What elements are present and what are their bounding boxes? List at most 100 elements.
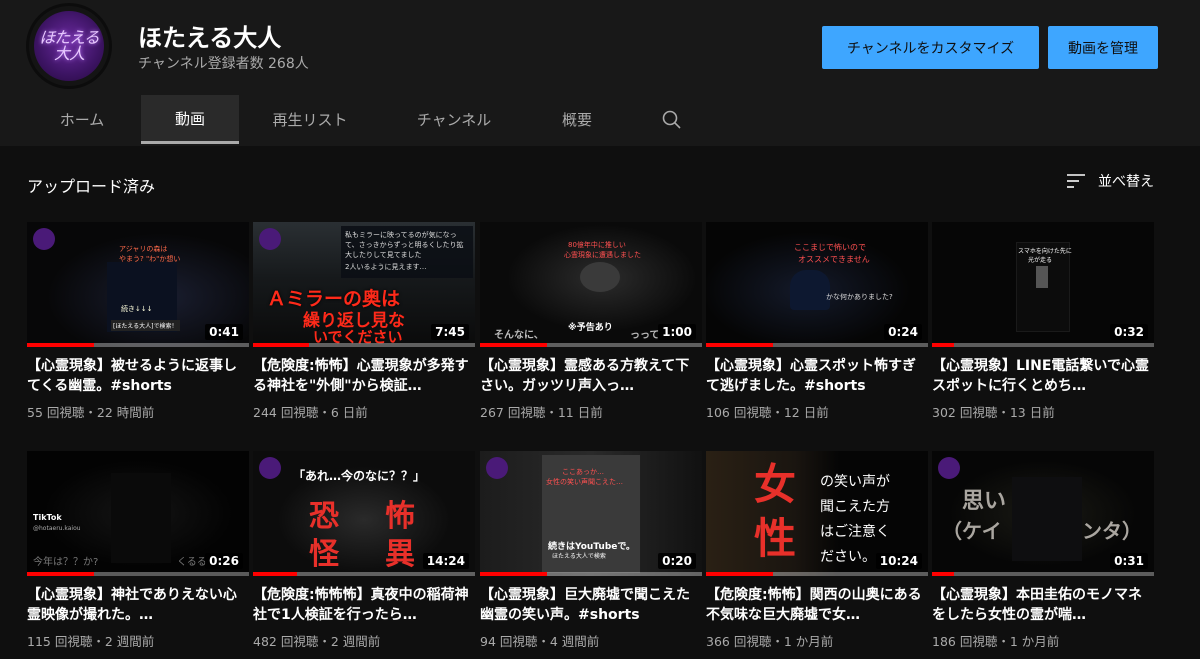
video-duration: 10:24 (875, 553, 922, 569)
channel-watermark-icon (486, 457, 508, 479)
video-card[interactable]: ここあっか… 女性の笑い声聞こえた… 続きはYouTubeで。 ほたえる大人で検… (480, 451, 702, 650)
thumb-text: の笑い声が (820, 474, 890, 490)
thumb-text: オススメできません (798, 255, 870, 264)
watch-progress (932, 572, 1154, 576)
video-duration: 0:26 (205, 553, 243, 569)
thumb-text: 続き↓↓↓ (121, 305, 153, 313)
thumb-text: 光が走る (1028, 257, 1053, 264)
thumb-text: 女 (754, 460, 797, 509)
video-duration: 0:32 (1110, 324, 1148, 340)
video-title[interactable]: 【危険度:怖怖】心霊現象が多発する神社を"外側"から検証… (253, 356, 475, 396)
video-title[interactable]: 【心霊現象】巨大廃墟で聞こえた幽霊の笑い声。#shorts (480, 585, 702, 625)
thumb-text: 女性の笑い声聞こえた… (546, 478, 623, 486)
customize-channel-button[interactable]: チャンネルをカスタマイズ (822, 26, 1039, 69)
video-meta: 366 回視聴・1 か月前 (706, 634, 834, 649)
video-thumbnail[interactable]: 私もミラーに映ってるのが気になって、さっきからずっと明るくしたり拡大したりして見… (253, 222, 475, 347)
thumb-text: 心霊現象に遭遇しました (564, 251, 641, 259)
thumb-text: 怪 (309, 537, 339, 572)
search-icon[interactable] (660, 108, 684, 132)
video-card[interactable]: 女 性 の笑い声が 聞こえた方 はご注意く ださい。 10:24 【危険度:怖怖… (706, 451, 928, 650)
thumb-text: ださい。 (820, 549, 876, 565)
video-title[interactable]: 【心霊現象】本田圭佑のモノマネをしたら女性の霊が喘… (932, 585, 1154, 625)
video-card[interactable]: TikTok @hotaeru.kaiou 今年は？？か? くるる 0:26 【… (27, 451, 249, 650)
thumb-text: 今年は？？か? (33, 557, 99, 568)
video-meta: 244 回視聴・6 日前 (253, 405, 368, 420)
channel-watermark-icon (33, 228, 55, 250)
sort-icon (1067, 174, 1085, 188)
video-meta: 55 回視聴・22 時間前 (27, 405, 155, 420)
video-thumbnail[interactable]: ここまじで怖いので オススメできません かな何かありました? 0:24 (706, 222, 928, 347)
thumb-text: 思い (962, 489, 1007, 514)
tab-home[interactable]: ホーム (40, 95, 124, 144)
thumb-text: そんなに、 (494, 330, 544, 341)
thumb-text: ※予告あり (568, 323, 613, 333)
watch-progress (706, 572, 928, 576)
thumb-text: 聞こえた方 (820, 499, 890, 515)
thumb-text: くるる (177, 557, 207, 568)
thumb-text: [ほたえる大人]で検索！ (111, 320, 180, 331)
watch-progress (253, 343, 475, 347)
video-thumbnail[interactable]: ここあっか… 女性の笑い声聞こえた… 続きはYouTubeで。 ほたえる大人で検… (480, 451, 702, 576)
video-card[interactable]: 80億年中に推しい 心霊現象に遭遇しました ※予告あり そんなに、 っって 1:… (480, 222, 702, 421)
channel-header: ほたえる大人 ほたえる大人 チャンネル登録者数 268人 チャンネルをカスタマイ… (0, 0, 1200, 146)
tab-channels[interactable]: チャンネル (398, 95, 510, 144)
video-meta: 267 回視聴・11 日前 (480, 405, 603, 420)
video-title[interactable]: 【危険度:怖怖】関西の山奥にある不気味な巨大廃墟で女… (706, 585, 928, 625)
video-card[interactable]: 私もミラーに映ってるのが気になって、さっきからずっと明るくしたり拡大したりして見… (253, 222, 475, 421)
video-thumbnail[interactable]: アジャリの森は やまう? "わ"か想い 続き↓↓↓ [ほたえる大人]で検索！ 0… (27, 222, 249, 347)
video-title[interactable]: 【危険度:怖怖怖】真夜中の稲荷神社で1人検証を行ったら… (253, 585, 475, 625)
video-card[interactable]: アジャリの森は やまう? "わ"か想い 続き↓↓↓ [ほたえる大人]で検索！ 0… (27, 222, 249, 421)
thumb-text: かな何かありました? (826, 293, 893, 301)
thumb-text: 異 (385, 537, 415, 572)
watch-progress (932, 343, 1154, 347)
subscriber-count: チャンネル登録者数 268人 (138, 56, 309, 72)
watch-progress (27, 572, 249, 576)
video-thumbnail[interactable]: 女 性 の笑い声が 聞こえた方 はご注意く ださい。 10:24 (706, 451, 928, 576)
watch-progress (253, 572, 475, 576)
avatar-text: ほたえる大人 (39, 28, 100, 63)
video-duration: 0:20 (658, 553, 696, 569)
video-title[interactable]: 【心霊現象】被せるように返事してくる幽霊。#shorts (27, 356, 249, 396)
video-meta: 482 回視聴・2 週間前 (253, 634, 381, 649)
tab-about[interactable]: 概要 (540, 95, 614, 144)
video-duration: 1:00 (658, 324, 696, 340)
thumb-text: スマホを向けた先に (1018, 248, 1072, 255)
video-title[interactable]: 【心霊現象】霊感ある方教えて下さい。ガッツリ声入っ… (480, 356, 702, 396)
video-duration: 0:24 (884, 324, 922, 340)
thumb-text: アジャリの森は (119, 245, 168, 253)
channel-avatar[interactable]: ほたえる大人 (26, 3, 112, 89)
channel-tabs: ホーム 動画 再生リスト チャンネル 概要 (0, 95, 1200, 144)
video-card[interactable]: ここまじで怖いので オススメできません かな何かありました? 0:24 【心霊現… (706, 222, 928, 421)
watch-progress (27, 343, 249, 347)
sort-button[interactable]: 並べ替え (1066, 171, 1154, 191)
video-card[interactable]: 「あれ…今のなに？？」 恐 怪 怖 異 14:24 【危険度:怖怖怖】真夜中の稲… (253, 451, 475, 650)
thumb-text: っって (630, 330, 660, 341)
thumb-text: 「あれ…今のなに？？」 (293, 469, 426, 483)
video-meta: 106 回視聴・12 日前 (706, 405, 829, 420)
video-title[interactable]: 【心霊現象】心霊スポット怖すぎて逃げました。#shorts (706, 356, 928, 396)
video-title[interactable]: 【心霊現象】LINE電話繋いで心霊スポットに行くとめち… (932, 356, 1154, 396)
thumb-text: ここあっか… (562, 468, 604, 476)
thumb-text: 性 (754, 514, 797, 563)
thumb-text: ンタ） (1082, 519, 1142, 543)
video-duration: 0:31 (1110, 553, 1148, 569)
channel-watermark-icon (938, 457, 960, 479)
video-thumbnail[interactable]: スマホを向けた先に 光が走る 0:32 (932, 222, 1154, 347)
tab-playlists[interactable]: 再生リスト (254, 95, 366, 144)
video-card[interactable]: スマホを向けた先に 光が走る 0:32 【心霊現象】LINE電話繋いで心霊スポッ… (932, 222, 1154, 421)
video-thumbnail[interactable]: TikTok @hotaeru.kaiou 今年は？？か? くるる 0:26 (27, 451, 249, 576)
manage-videos-button[interactable]: 動画を管理 (1048, 26, 1158, 69)
thumb-text: はご注意く (820, 524, 890, 540)
thumb-text: TikTok (33, 513, 62, 522)
video-thumbnail[interactable]: 思い （ケイ ンタ） 0:31 (932, 451, 1154, 576)
video-thumbnail[interactable]: 80億年中に推しい 心霊現象に遭遇しました ※予告あり そんなに、 っって 1:… (480, 222, 702, 347)
video-card[interactable]: 思い （ケイ ンタ） 0:31 【心霊現象】本田圭佑のモノマネをしたら女性の霊が… (932, 451, 1154, 650)
watch-progress (706, 343, 928, 347)
sort-label: 並べ替え (1098, 174, 1154, 190)
video-meta: 302 回視聴・13 日前 (932, 405, 1055, 420)
avatar-logo: ほたえる大人 (34, 11, 104, 81)
video-title[interactable]: 【心霊現象】神社でありえない心霊映像が撮れた。… (27, 585, 249, 625)
tab-videos[interactable]: 動画 (141, 95, 239, 144)
video-thumbnail[interactable]: 「あれ…今のなに？？」 恐 怪 怖 異 14:24 (253, 451, 475, 576)
thumb-text: ほたえる大人で検索 (552, 553, 606, 560)
